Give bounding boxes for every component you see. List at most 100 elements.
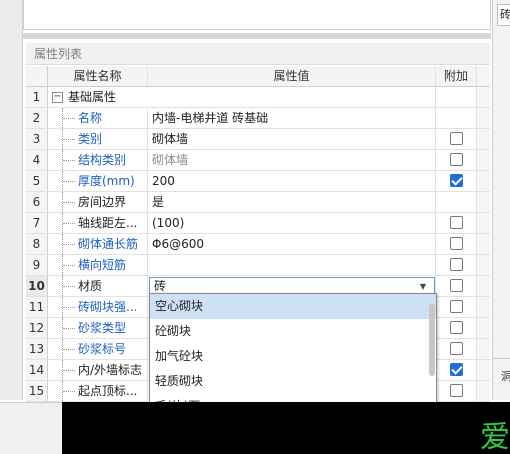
attach-cell (436, 276, 476, 296)
property-value-cell[interactable]: 内墙-电梯井道 砖基础 (148, 108, 436, 128)
row-index: 3 (26, 129, 48, 149)
property-name: 结构类别 (78, 153, 127, 167)
property-name: 砖砌块强... (78, 300, 138, 314)
canvas-green-text: 爱 (480, 420, 510, 454)
scrollbar-track[interactable] (476, 129, 490, 149)
row-index: 11 (26, 297, 48, 317)
table-row[interactable]: 6 房间边界 是 (26, 192, 490, 213)
header-property-name[interactable]: 属性名称 (48, 66, 148, 86)
attach-checkbox[interactable] (449, 279, 463, 292)
scrollbar-track[interactable] (476, 297, 490, 317)
scrollbar-track[interactable] (476, 360, 490, 380)
property-value-cell[interactable]: 是 (148, 192, 436, 212)
header-property-value[interactable]: 属性值 (148, 66, 436, 86)
drawing-canvas[interactable] (62, 402, 510, 454)
row-index: 8 (26, 234, 48, 254)
tree-branch (63, 391, 75, 392)
property-list-title: 属性列表 (26, 43, 490, 65)
scrollbar-track[interactable] (476, 318, 490, 338)
attach-checkbox[interactable] (449, 384, 463, 397)
attach-checkbox-checked[interactable] (449, 174, 463, 187)
scrollbar-track[interactable] (476, 87, 490, 107)
attach-checkbox[interactable] (449, 300, 463, 313)
dropdown-option[interactable]: 空心砌块 (150, 294, 436, 319)
attach-checkbox[interactable] (449, 216, 463, 229)
property-name: 内/外墙标志 (78, 363, 143, 377)
property-name-cell: 内/外墙标志 (48, 360, 148, 380)
property-name: 名称 (78, 111, 103, 125)
property-name: 横向短筋 (78, 258, 127, 272)
group-label: 基础属性 (68, 90, 117, 104)
left-toolbar-strip (0, 0, 23, 400)
property-value-cell[interactable]: (100) (148, 213, 436, 233)
property-name-cell: 横向短筋 (48, 255, 148, 275)
top-panel-area (23, 0, 491, 30)
attach-cell (436, 192, 476, 212)
dropdown-scrollbar-thumb[interactable] (429, 304, 435, 376)
property-name-cell: 厚度(mm) (48, 171, 148, 191)
attach-checkbox[interactable] (449, 237, 463, 250)
tree-branch (63, 286, 75, 287)
table-row[interactable]: 7 轴线距左... (100) (26, 213, 490, 234)
table-row[interactable]: 8 砌体通长筋 Φ6@600 (26, 234, 490, 255)
property-name-cell: 材质 (48, 276, 148, 296)
dropdown-option[interactable]: 轻质砌块 (150, 369, 436, 394)
scrollbar-track[interactable] (476, 171, 490, 191)
right-panel-label: 洞 (501, 370, 510, 383)
dropdown-option[interactable]: 加气砼块 (150, 344, 436, 369)
property-name: 砌体通长筋 (78, 237, 139, 251)
table-row[interactable]: 9 横向短筋 (26, 255, 490, 276)
property-name-cell: 砖砌块强... (48, 297, 148, 317)
attach-checkbox[interactable] (449, 153, 463, 166)
property-name-cell: 名称 (48, 108, 148, 128)
attach-cell (436, 255, 476, 275)
tree-branch (63, 181, 75, 182)
table-row[interactable]: 4 结构类别 砌体墙 (26, 150, 490, 171)
attach-checkbox-checked[interactable] (449, 363, 463, 376)
collapse-icon[interactable]: − (52, 92, 63, 103)
header-attach[interactable]: 附加 (436, 66, 476, 86)
scrollbar-track[interactable] (476, 339, 490, 359)
scrollbar-up[interactable] (476, 66, 490, 86)
property-value-cell[interactable]: 砌体墙 (148, 129, 436, 149)
row-index: 5 (26, 171, 48, 191)
row-index: 15 (26, 381, 48, 401)
property-value-cell[interactable]: Φ6@600 (148, 234, 436, 254)
scrollbar-track[interactable] (476, 255, 490, 275)
table-row[interactable]: 2 名称 内墙-电梯井道 砖基础 (26, 108, 490, 129)
scrollbar-track[interactable] (476, 192, 490, 212)
attach-cell (436, 360, 476, 380)
tree-branch (63, 202, 75, 203)
attach-cell (436, 213, 476, 233)
tree-branch (63, 307, 75, 308)
tree-branch (63, 160, 75, 161)
row-index: 12 (26, 318, 48, 338)
attach-checkbox[interactable] (449, 342, 463, 355)
table-row[interactable]: 3 类别 砌体墙 (26, 129, 490, 150)
row-index: 6 (26, 192, 48, 212)
property-name: 砂浆类型 (78, 321, 127, 335)
property-value-cell[interactable]: 砌体墙 (148, 150, 436, 170)
table-row[interactable]: 5 厚度(mm) 200 (26, 171, 490, 192)
row-index: 10 (26, 276, 48, 296)
property-value-cell[interactable]: 200 (148, 171, 436, 191)
property-value-cell[interactable] (148, 255, 436, 275)
scrollbar-track[interactable] (476, 108, 490, 128)
attach-checkbox[interactable] (449, 258, 463, 271)
scrollbar-track[interactable] (476, 381, 490, 401)
scrollbar-track[interactable] (476, 234, 490, 254)
scrollbar-track[interactable] (476, 213, 490, 233)
scrollbar-track[interactable] (476, 276, 490, 296)
dropdown-option[interactable]: 砼砌块 (150, 319, 436, 344)
panel-splitter[interactable] (23, 33, 491, 39)
tree-branch (63, 349, 75, 350)
attach-cell (436, 234, 476, 254)
attach-checkbox[interactable] (449, 132, 463, 145)
property-name-cell: 结构类别 (48, 150, 148, 170)
group-row-basic[interactable]: 1 − 基础属性 (26, 87, 490, 108)
right-panel-field[interactable]: 砖 (497, 4, 510, 26)
tree-branch (63, 118, 75, 119)
attach-cell (436, 171, 476, 191)
scrollbar-track[interactable] (476, 150, 490, 170)
attach-checkbox[interactable] (449, 321, 463, 334)
